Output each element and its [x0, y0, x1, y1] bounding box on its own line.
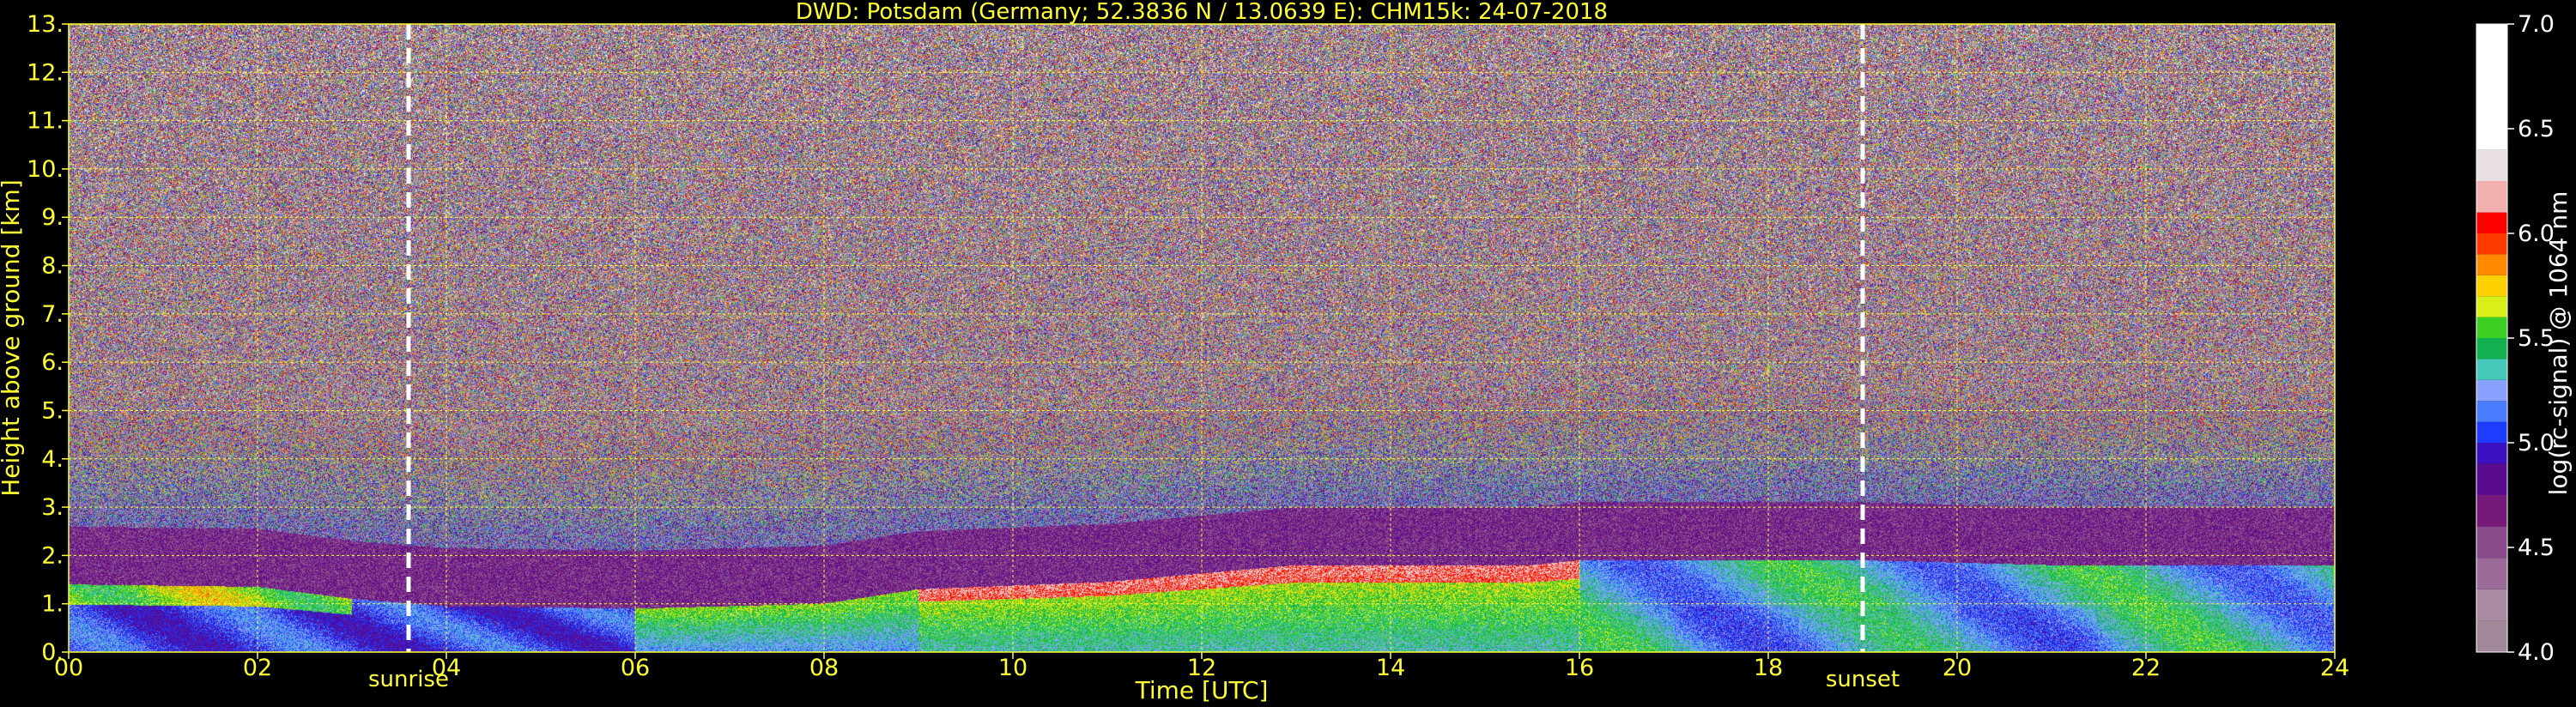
- colorbar-segment: [2476, 558, 2507, 589]
- colorbar-segment: [2476, 338, 2507, 360]
- colorbar-segment: [2476, 620, 2507, 652]
- colorbar-segment: [2476, 149, 2507, 181]
- y-tick-label: 8.: [41, 253, 64, 280]
- x-axis-label: Time [UTC]: [1135, 676, 1269, 704]
- colorbar-segment: [2476, 275, 2507, 297]
- y-tick-label: 7.: [41, 301, 64, 328]
- colorbar-segment: [2476, 212, 2507, 233]
- x-tick-label: 06: [621, 655, 650, 681]
- x-tick-label: 16: [1565, 655, 1594, 681]
- colorbar: [2476, 23, 2508, 653]
- colorbar-segment: [2476, 463, 2507, 495]
- colorbar-segment: [2476, 526, 2507, 559]
- ceilometer-chart: 00 02 04 06 08 10 12 14 16 18 20 22 24 0.1.2.3.4.5.6…: [0, 0, 2576, 707]
- colorbar-tick-label: 4.0: [2518, 639, 2555, 666]
- colorbar-tick-label: 6.5: [2518, 116, 2555, 142]
- colorbar-label: log(rc-signal) @ 1064 nm: [2544, 191, 2573, 496]
- colorbar-segment: [2476, 233, 2507, 255]
- colorbar-segment: [2476, 296, 2507, 317]
- x-tick-label: 14: [1376, 655, 1405, 681]
- colorbar-segment: [2476, 181, 2507, 213]
- y-tick-label: 6.: [41, 349, 64, 376]
- plot-area: [68, 23, 2336, 653]
- y-tick-label: 1.: [41, 591, 64, 618]
- colorbar-segment: [2476, 495, 2507, 527]
- chart-title: DWD: Potsdam (Germany; 52.3836 N / 13.06…: [796, 0, 1608, 25]
- y-tick-label: 2.: [41, 542, 64, 569]
- y-tick-label: 11.: [27, 108, 64, 135]
- sunset-label: sunset: [1826, 667, 1900, 692]
- colorbar-segment: [2476, 443, 2507, 464]
- colorbar-segment: [2476, 379, 2507, 402]
- x-tick-label: 18: [1754, 655, 1783, 681]
- x-tick-label: 22: [2131, 655, 2161, 681]
- y-tick-label: 4.: [41, 446, 64, 473]
- colorbar-segment: [2476, 421, 2507, 443]
- y-tick-label: 0.: [41, 639, 64, 666]
- x-tick-label: 02: [243, 655, 272, 681]
- y-axis-label: Height above ground [km]: [0, 179, 25, 497]
- y-tick-label: 3.: [41, 494, 64, 521]
- y-tick-label: 13.: [27, 11, 64, 38]
- y-tick-label: 12.: [27, 59, 64, 86]
- colorbar-segment: [2476, 317, 2507, 338]
- x-tick-label: 24: [2320, 655, 2349, 681]
- colorbar-tick-label: 7.0: [2518, 11, 2555, 38]
- y-tick-label: 9.: [41, 204, 64, 231]
- y-tick-label: 5.: [41, 397, 64, 424]
- colorbar-segment: [2476, 589, 2507, 621]
- colorbar-tick-label: 4.5: [2518, 535, 2555, 561]
- y-tick-label: 10.: [27, 156, 64, 183]
- sunrise-label: sunrise: [368, 667, 449, 692]
- colorbar-segment: [2476, 359, 2507, 380]
- x-tick-label: 08: [809, 655, 839, 681]
- colorbar-segment: [2476, 24, 2507, 150]
- colorbar-segment: [2476, 254, 2507, 275]
- x-tick-label: 20: [1943, 655, 1972, 681]
- x-tick-label: 10: [998, 655, 1027, 681]
- colorbar-segment: [2476, 401, 2507, 422]
